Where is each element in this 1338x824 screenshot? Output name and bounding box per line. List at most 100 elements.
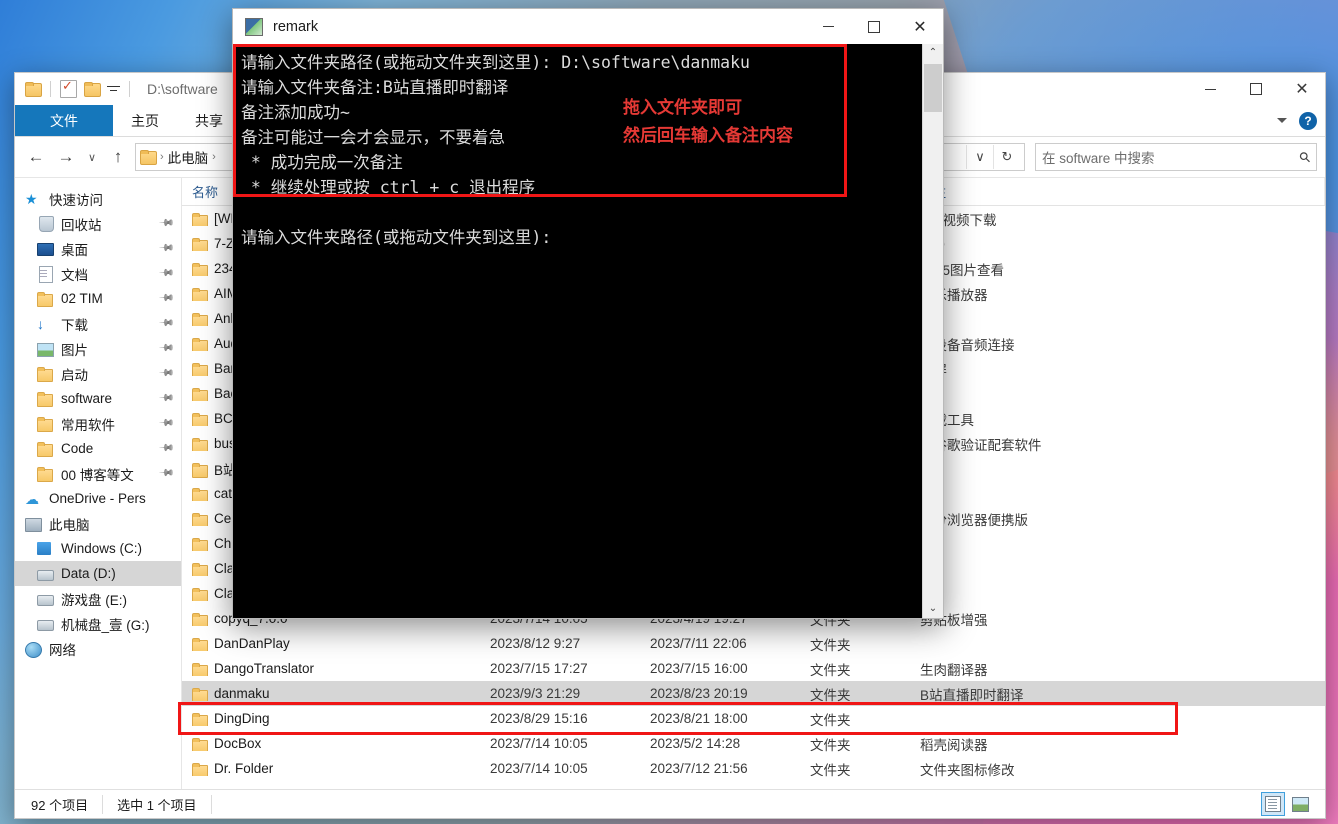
file-name-label: DanDanPlay: [214, 636, 290, 651]
details-view-icon[interactable]: [1261, 792, 1285, 816]
sidebar-item-15[interactable]: Data (D:): [15, 561, 181, 586]
cell-modified-date: 2023/7/14 10:05: [490, 761, 588, 776]
address-bar-actions[interactable]: ∨ ↻: [966, 145, 1020, 169]
star-icon: ★: [25, 190, 38, 207]
sidebar-item-11[interactable]: 00 博客等文 📌: [15, 461, 181, 486]
back-button[interactable]: ←: [23, 144, 49, 170]
cell-type: 文件夹: [810, 637, 851, 653]
pin-icon[interactable]: 📌: [157, 290, 175, 307]
navigation-pane[interactable]: ★ 快速访问 回收站 📌 桌面 📌 文档 📌 02 TIM 📌 ↓ 下载 📌 图片 📌 启动 📌 software…: [15, 178, 181, 789]
console-icon: [245, 17, 263, 36]
properties-icon[interactable]: [60, 78, 77, 98]
sidebar-item-13[interactable]: 此电脑: [15, 511, 181, 536]
explorer-window-controls[interactable]: ✕: [1187, 73, 1325, 105]
forward-button[interactable]: →: [53, 144, 79, 170]
maximize-button[interactable]: [1233, 73, 1279, 105]
sidebar-item-9[interactable]: 常用软件 📌: [15, 411, 181, 436]
terminal-window-controls[interactable]: ✕: [805, 9, 943, 44]
thumbnail-view-icon[interactable]: [1289, 793, 1311, 815]
scrollbar-thumb[interactable]: [924, 64, 942, 112]
table-row[interactable]: DocBox 2023/7/14 10:05 2023/5/2 14:28 文件夹 稻壳…: [182, 731, 1325, 756]
windows-drive-icon: [37, 541, 54, 557]
this-pc-icon-shape: [25, 517, 42, 532]
sidebar-item-10[interactable]: Code 📌: [15, 436, 181, 461]
folder-icon-shape: [37, 391, 53, 407]
table-row[interactable]: Dr. Folder 2023/7/14 10:05 2023/7/12 21:56…: [182, 756, 1325, 781]
search-box[interactable]: 在 software 中搜索 ⚲: [1035, 143, 1317, 171]
sidebar-item-0[interactable]: ★ 快速访问: [15, 186, 181, 211]
new-folder-icon[interactable]: [84, 82, 101, 97]
terminal-maximize-button[interactable]: [851, 9, 897, 44]
pin-icon[interactable]: 📌: [157, 340, 175, 357]
annotation-enter-remark: 然后回车输入备注内容: [623, 126, 793, 145]
pin-icon[interactable]: 📌: [157, 240, 175, 257]
pin-icon[interactable]: 📌: [157, 440, 175, 457]
breadcrumb-this-pc[interactable]: 此电脑: [168, 147, 209, 167]
pin-icon[interactable]: 📌: [157, 265, 175, 282]
sidebar-item-label: software: [61, 391, 113, 406]
sidebar-item-7[interactable]: 启动 📌: [15, 361, 181, 386]
sidebar-item-3[interactable]: 文档 📌: [15, 261, 181, 286]
terminal-minimize-button[interactable]: [805, 9, 851, 44]
folder-icon: [192, 712, 208, 726]
terminal-output[interactable]: 请输入文件夹路径(或拖动文件夹到这里): D:\software\danmaku…: [233, 44, 922, 618]
pin-icon[interactable]: 📌: [157, 415, 175, 432]
help-icon[interactable]: ?: [1299, 111, 1317, 130]
sidebar-item-1[interactable]: 回收站 📌: [15, 211, 181, 236]
cell-created-date: 2023/5/2 14:28: [650, 736, 741, 751]
sidebar-item-6[interactable]: 图片 📌: [15, 336, 181, 361]
sidebar-item-17[interactable]: 机械盘_壹 (G:): [15, 611, 181, 636]
cell-remark: 7zip: [910, 236, 1325, 251]
cell-remark: 多设备音频连接: [920, 337, 1015, 353]
folder-icon: [37, 391, 54, 407]
pin-icon[interactable]: 📌: [157, 315, 175, 332]
folder-icon: [192, 387, 208, 401]
folder-icon: [192, 512, 208, 526]
terminal-body[interactable]: 请输入文件夹路径(或拖动文件夹到这里): D:\software\danmaku…: [233, 44, 943, 618]
pin-icon[interactable]: 📌: [157, 465, 175, 482]
pin-icon[interactable]: 📌: [157, 215, 175, 232]
scroll-up-arrow-icon[interactable]: ⌃: [929, 44, 937, 62]
table-row[interactable]: DingDing 2023/8/29 15:16 2023/8/21 18:00 文件…: [182, 706, 1325, 731]
sidebar-item-12[interactable]: ☁ OneDrive - Pers: [15, 486, 181, 511]
sidebar-item-label: 图片: [61, 342, 88, 358]
close-button[interactable]: ✕: [1279, 73, 1325, 105]
up-button[interactable]: ↑: [105, 144, 131, 170]
table-row[interactable]: danmaku 2023/9/3 21:29 2023/8/23 20:19 文件夹 B…: [182, 681, 1325, 706]
sidebar-item-2[interactable]: 桌面 📌: [15, 236, 181, 261]
customize-quick-access-icon[interactable]: [107, 83, 120, 96]
terminal-line: * 继续处理或按 ctrl + c 退出程序: [241, 178, 536, 197]
view-mode-buttons[interactable]: [1261, 792, 1325, 816]
scroll-down-arrow-icon[interactable]: ⌄: [929, 600, 937, 618]
cell-created-date: 2023/7/11 22:06: [650, 636, 747, 651]
sidebar-item-label: 游戏盘 (E:): [61, 592, 127, 608]
quick-access-toolbar[interactable]: D:\software: [15, 73, 218, 105]
refresh-icon[interactable]: ↻: [993, 145, 1020, 169]
table-row[interactable]: DanDanPlay 2023/8/12 9:27 2023/7/11 22:06 文…: [182, 631, 1325, 656]
ribbon-right-controls[interactable]: ?: [1277, 105, 1317, 136]
pin-icon[interactable]: 📌: [157, 390, 175, 407]
sidebar-item-18[interactable]: 网络: [15, 636, 181, 661]
address-dropdown-icon[interactable]: ∨: [966, 145, 993, 169]
sidebar-item-16[interactable]: 游戏盘 (E:): [15, 586, 181, 611]
minimize-button[interactable]: [1187, 73, 1233, 105]
tab-home[interactable]: 主页: [113, 105, 177, 136]
recent-locations-button[interactable]: ∨: [83, 144, 101, 170]
column-header-remark[interactable]: 备注: [910, 178, 1325, 205]
sidebar-item-5[interactable]: ↓ 下载 📌: [15, 311, 181, 336]
chevron-down-icon[interactable]: [1277, 118, 1287, 123]
sidebar-item-14[interactable]: Windows (C:): [15, 536, 181, 561]
explorer-title-path: D:\software: [147, 81, 218, 97]
folder-icon[interactable]: [25, 82, 42, 97]
terminal-close-button[interactable]: ✕: [897, 9, 943, 44]
terminal-scrollbar[interactable]: ⌃ ⌄: [922, 44, 943, 618]
onedrive-icon: ☁: [25, 490, 39, 507]
pin-icon[interactable]: 📌: [157, 365, 175, 382]
tab-file[interactable]: 文件: [15, 105, 113, 136]
terminal-titlebar[interactable]: remark ✕: [233, 9, 943, 44]
sidebar-item-8[interactable]: software 📌: [15, 386, 181, 411]
drive-icon-shape: [37, 594, 54, 606]
this-pc-icon: [25, 516, 42, 532]
sidebar-item-4[interactable]: 02 TIM 📌: [15, 286, 181, 311]
table-row[interactable]: DangoTranslator 2023/7/15 17:27 2023/7/15 …: [182, 656, 1325, 681]
